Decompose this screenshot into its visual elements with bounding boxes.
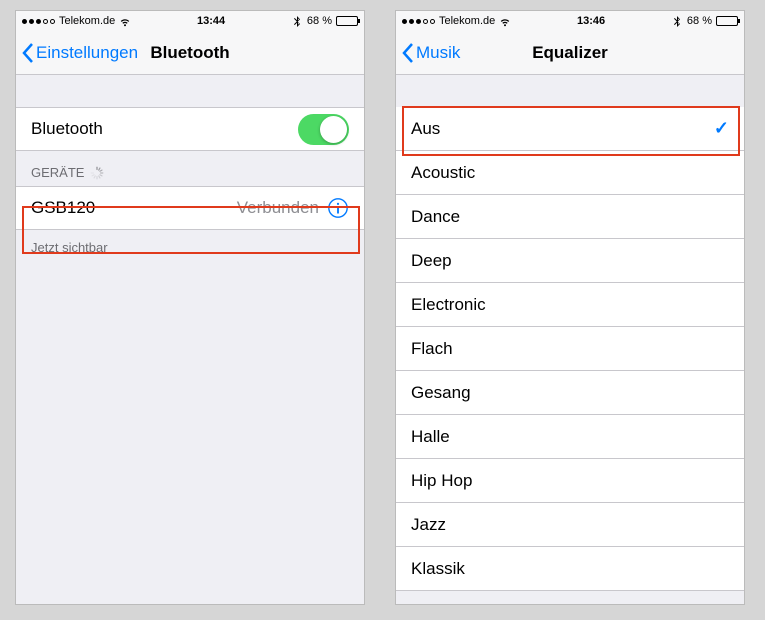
equalizer-option[interactable]: Halle <box>396 415 744 459</box>
wifi-icon <box>119 15 131 27</box>
wifi-icon <box>499 15 511 27</box>
equalizer-option-label: Acoustic <box>411 163 729 183</box>
equalizer-option-label: Hip Hop <box>411 471 729 491</box>
bluetooth-toggle-label: Bluetooth <box>31 119 298 139</box>
back-button[interactable]: Musik <box>402 43 460 63</box>
back-label: Musik <box>416 43 460 63</box>
info-icon[interactable] <box>327 197 349 219</box>
equalizer-option[interactable]: Gesang <box>396 371 744 415</box>
equalizer-option-label: Halle <box>411 427 729 447</box>
equalizer-option[interactable]: Deep <box>396 239 744 283</box>
equalizer-option[interactable]: Dance <box>396 195 744 239</box>
signal-dots-icon <box>402 19 435 24</box>
carrier-label: Telekom.de <box>439 15 495 27</box>
equalizer-option-label: Deep <box>411 251 729 271</box>
status-bar: Telekom.de 13:44 68 % <box>16 11 364 31</box>
chevron-left-icon <box>22 43 34 63</box>
equalizer-option[interactable]: Klassik <box>396 547 744 591</box>
device-name-label: GSB120 <box>31 198 237 218</box>
equalizer-option-label: Jazz <box>411 515 729 535</box>
equalizer-option[interactable]: Jazz <box>396 503 744 547</box>
carrier-label: Telekom.de <box>59 15 115 27</box>
device-status-label: Verbunden <box>237 198 319 218</box>
battery-icon <box>336 16 358 26</box>
clock-label: 13:46 <box>577 15 605 27</box>
equalizer-option-label: Klassik <box>411 559 729 579</box>
devices-section-header: GERÄTE <box>16 151 364 186</box>
back-label: Einstellungen <box>36 43 138 63</box>
status-bar: Telekom.de 13:46 68 % <box>396 11 744 31</box>
nav-bar: Musik Equalizer <box>396 31 744 75</box>
signal-dots-icon <box>22 19 55 24</box>
equalizer-list: Aus✓ Acoustic Dance Deep Electronic Flach Gesa… <box>396 75 744 604</box>
bluetooth-screen: Telekom.de 13:44 68 % Einstellungen Blue… <box>15 10 365 605</box>
equalizer-option-label: Aus <box>411 119 714 139</box>
checkmark-icon: ✓ <box>714 118 729 139</box>
equalizer-screen: Telekom.de 13:46 68 % Musik Equalizer Au… <box>395 10 745 605</box>
devices-header-label: GERÄTE <box>31 165 84 180</box>
equalizer-option[interactable]: Hip Hop <box>396 459 744 503</box>
equalizer-option-label: Flach <box>411 339 729 359</box>
equalizer-option-label: Electronic <box>411 295 729 315</box>
equalizer-option[interactable]: Electronic <box>396 283 744 327</box>
equalizer-option-label: Dance <box>411 207 729 227</box>
battery-pct-label: 68 % <box>307 15 332 27</box>
content-area: Bluetooth GERÄTE <box>16 75 364 604</box>
equalizer-option[interactable]: Flach <box>396 327 744 371</box>
device-row[interactable]: GSB120 Verbunden <box>16 186 364 230</box>
bluetooth-icon <box>291 15 303 27</box>
equalizer-option[interactable]: Acoustic <box>396 151 744 195</box>
visibility-note: Jetzt sichtbar <box>16 230 364 265</box>
clock-label: 13:44 <box>197 15 225 27</box>
back-button[interactable]: Einstellungen <box>22 43 138 63</box>
battery-pct-label: 68 % <box>687 15 712 27</box>
bluetooth-toggle-row[interactable]: Bluetooth <box>16 107 364 151</box>
bluetooth-toggle[interactable] <box>298 114 349 145</box>
battery-icon <box>716 16 738 26</box>
bluetooth-icon <box>671 15 683 27</box>
spinner-icon <box>90 166 104 180</box>
nav-bar: Einstellungen Bluetooth <box>16 31 364 75</box>
equalizer-option[interactable]: Aus✓ <box>396 107 744 151</box>
chevron-left-icon <box>402 43 414 63</box>
equalizer-option-label: Gesang <box>411 383 729 403</box>
